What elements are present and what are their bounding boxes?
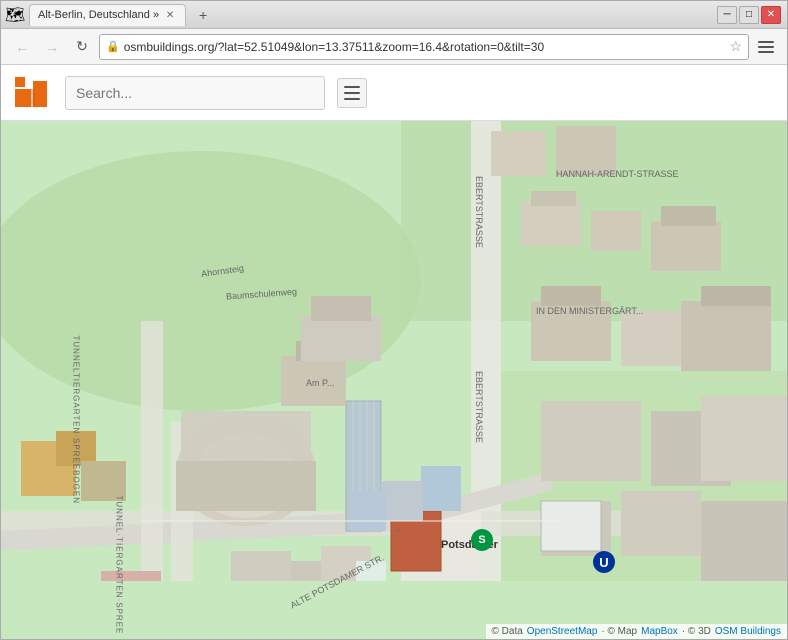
browser-tab[interactable]: Alt-Berlin, Deutschland » ✕ [29, 4, 186, 26]
app-logo [13, 73, 53, 113]
attribution-mapbox-link[interactable]: MapBox [641, 626, 678, 637]
new-tab-button[interactable]: + [192, 4, 214, 26]
search-input[interactable] [76, 85, 314, 101]
attribution-3d: · © 3D [682, 626, 711, 637]
window-controls: ─ □ ✕ [717, 6, 781, 24]
toolbar-menu-button[interactable] [337, 78, 367, 108]
attribution-osmbuildings-link[interactable]: OSM Buildings [715, 626, 781, 637]
title-bar: 🗺 Alt-Berlin, Deutschland » ✕ + ─ □ ✕ [1, 1, 787, 29]
map-area[interactable]: EBERTSTRASSE EBERTSTRASSE HANNAH-ARENDT-… [1, 121, 787, 639]
nav-bar: ← → ↻ 🔒 osmbuildings.org/?lat=52.51049&l… [1, 29, 787, 65]
toolbar-menu-line-2 [344, 92, 360, 94]
maximize-button[interactable]: □ [739, 6, 759, 24]
search-container[interactable] [65, 76, 325, 110]
security-icon: 🔒 [106, 40, 120, 53]
toolbar-menu-line-1 [344, 86, 360, 88]
tab-label: Alt-Berlin, Deutschland » [38, 9, 159, 21]
toolbar-menu-line-3 [344, 98, 360, 100]
attribution-map: · © Map [601, 626, 637, 637]
bookmark-star-icon[interactable]: ☆ [729, 38, 742, 55]
address-bar[interactable]: 🔒 osmbuildings.org/?lat=52.51049&lon=13.… [99, 34, 749, 60]
browser-menu-button[interactable] [753, 34, 779, 60]
minimize-button[interactable]: ─ [717, 6, 737, 24]
url-text: osmbuildings.org/?lat=52.51049&lon=13.37… [124, 40, 726, 54]
menu-line-1 [758, 41, 774, 43]
tab-close-button[interactable]: ✕ [163, 8, 177, 22]
forward-button[interactable]: → [39, 34, 65, 60]
favicon-icon: 🗺 [7, 7, 23, 23]
back-button[interactable]: ← [9, 34, 35, 60]
attribution-data: © Data [492, 626, 523, 637]
browser-window: 🗺 Alt-Berlin, Deutschland » ✕ + ─ □ ✕ ← … [0, 0, 788, 640]
attribution-osm-link[interactable]: OpenStreetMap [527, 626, 598, 637]
reload-button[interactable]: ↻ [69, 34, 95, 60]
menu-line-3 [758, 51, 774, 53]
ubahn-label: U [599, 555, 608, 570]
map-attribution: © Data OpenStreetMap · © Map MapBox · © … [486, 624, 787, 639]
sbahn-marker: S [471, 529, 493, 551]
close-button[interactable]: ✕ [761, 6, 781, 24]
app-toolbar [1, 65, 787, 121]
sbahn-label: S [478, 534, 485, 546]
menu-line-2 [758, 46, 774, 48]
ubahn-marker: U [593, 551, 615, 573]
